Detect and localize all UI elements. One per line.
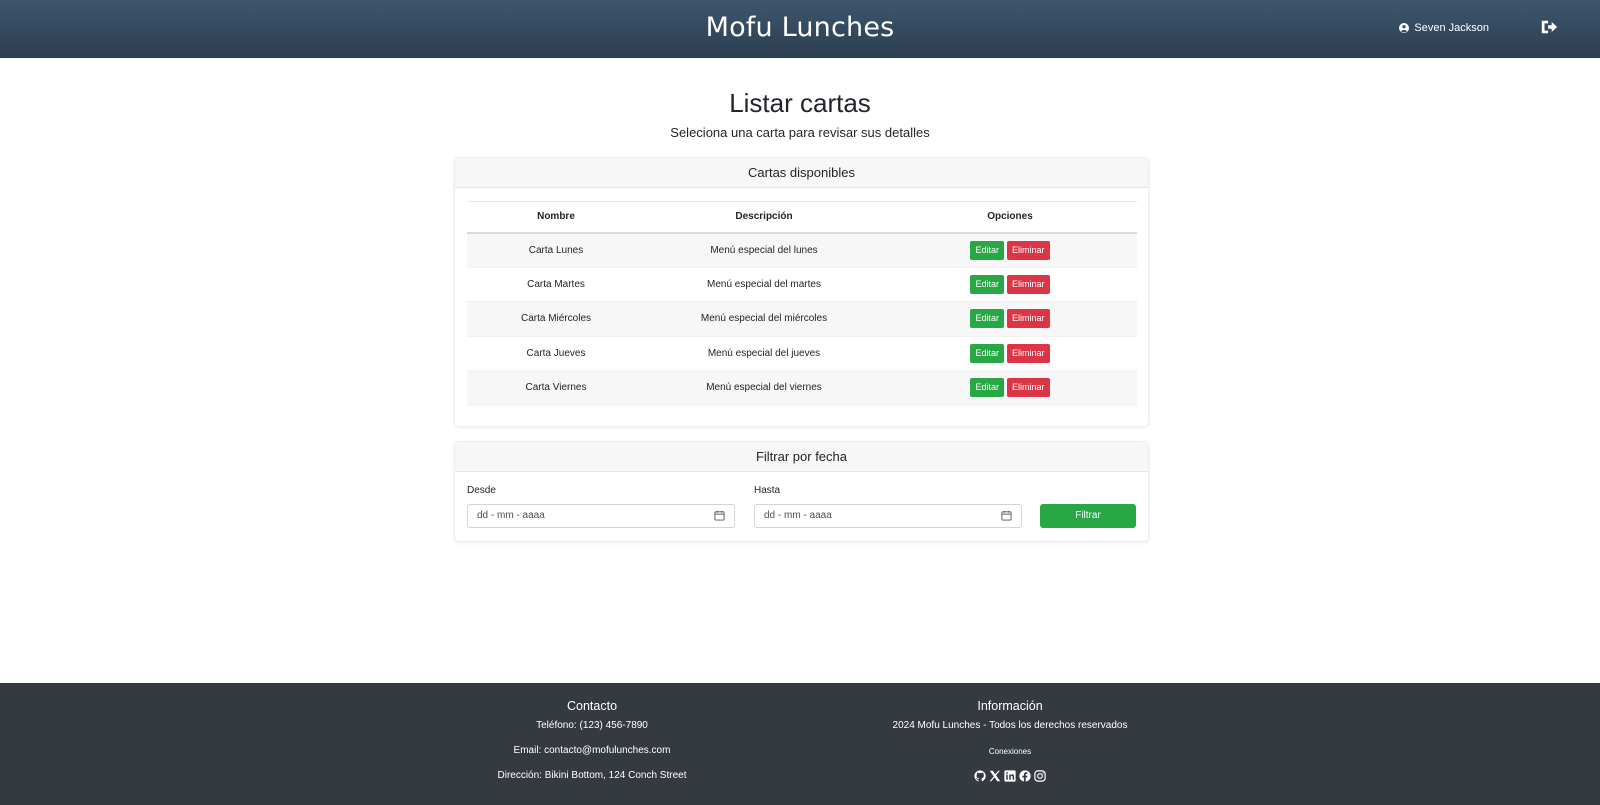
footer-contact-title: Contacto	[566, 699, 618, 713]
column-header-name: Nombre	[467, 201, 645, 234]
table-row: Carta Martes Menú especial del martes Ed…	[467, 267, 1137, 302]
row-options: Editar Eliminar	[883, 336, 1137, 371]
menu-description: Menú especial del jueves	[645, 336, 883, 371]
table-row: Carta Miércoles Menú especial del miérco…	[467, 301, 1137, 337]
page-title: Listar cartas	[729, 88, 871, 118]
to-date-input[interactable]: dd - mm - aaaa	[754, 504, 1022, 528]
edit-button[interactable]: Editar	[970, 343, 1004, 363]
menu-name: Carta Miércoles	[467, 301, 645, 337]
menu-name: Carta Martes	[467, 267, 645, 302]
menu-description: Menú especial del viernes	[645, 370, 883, 406]
card-header: Filtrar por fecha	[455, 442, 1148, 472]
top-navbar: Mofu Lunches Seven Jackson	[0, 0, 1600, 58]
linkedin-icon[interactable]	[1004, 769, 1016, 782]
x-twitter-icon[interactable]	[989, 769, 1001, 782]
instagram-icon[interactable]	[1034, 769, 1046, 782]
sign-out-icon	[1541, 20, 1558, 34]
row-options: Editar Eliminar	[883, 301, 1137, 337]
footer: Contacto Teléfono: (123) 456-7890 Email:…	[0, 683, 1600, 805]
github-icon[interactable]	[974, 769, 986, 782]
filter-button[interactable]: Filtrar	[1040, 504, 1136, 528]
row-options: Editar Eliminar	[883, 232, 1137, 268]
calendar-icon[interactable]	[714, 510, 725, 521]
menu-description: Menú especial del lunes	[645, 232, 883, 268]
user-name: Seven Jackson	[1414, 22, 1489, 34]
edit-button[interactable]: Editar	[970, 378, 1004, 398]
social-links	[860, 769, 1160, 782]
edit-button[interactable]: Editar	[970, 309, 1004, 329]
card-header: Cartas disponibles	[455, 158, 1148, 188]
table-row: Carta Lunes Menú especial del lunes Edit…	[467, 232, 1137, 268]
delete-button[interactable]: Eliminar	[1007, 378, 1050, 398]
calendar-icon[interactable]	[1001, 510, 1012, 521]
footer-email: Email: contacto@mofulunches.com	[513, 745, 671, 756]
footer-phone: Teléfono: (123) 456-7890	[536, 720, 648, 731]
to-date-placeholder: dd - mm - aaaa	[764, 510, 832, 521]
delete-button[interactable]: Eliminar	[1007, 343, 1050, 363]
edit-button[interactable]: Editar	[970, 274, 1004, 294]
menu-name: Carta Jueves	[467, 336, 645, 371]
page-subtitle: Seleciona una carta para revisar sus det…	[670, 125, 930, 140]
menu-name: Carta Lunes	[467, 232, 645, 268]
logout-button[interactable]	[1540, 18, 1560, 38]
delete-button[interactable]: Eliminar	[1007, 309, 1050, 329]
footer-copyright: 2024 Mofu Lunches - Todos los derechos r…	[892, 720, 1128, 731]
table-row: Carta Jueves Menú especial del jueves Ed…	[467, 336, 1137, 371]
menu-name: Carta Viernes	[467, 370, 645, 406]
user-menu[interactable]: Seven Jackson	[1399, 19, 1489, 37]
delete-button[interactable]: Eliminar	[1007, 240, 1050, 260]
table-row: Carta Viernes Menú especial del viernes …	[467, 370, 1137, 406]
row-options: Editar Eliminar	[883, 370, 1137, 406]
user-circle-icon	[1399, 23, 1410, 33]
delete-button[interactable]: Eliminar	[1007, 274, 1050, 294]
menus-table: Nombre Descripción Opciones Carta Lunes …	[467, 201, 1137, 406]
edit-button[interactable]: Editar	[970, 240, 1004, 260]
from-label: Desde	[467, 485, 496, 496]
footer-info-title: Información	[977, 699, 1043, 713]
facebook-icon[interactable]	[1019, 769, 1031, 782]
row-options: Editar Eliminar	[883, 267, 1137, 302]
column-header-description: Descripción	[645, 201, 883, 234]
from-date-placeholder: dd - mm - aaaa	[477, 510, 545, 521]
from-date-input[interactable]: dd - mm - aaaa	[467, 504, 735, 528]
date-filter-card: Filtrar por fecha Desde dd - mm - aaaa H…	[454, 441, 1149, 542]
available-menus-card: Cartas disponibles Nombre Descripción Op…	[454, 157, 1149, 427]
menu-description: Menú especial del miércoles	[645, 301, 883, 337]
footer-connections: Conexiones	[988, 747, 1032, 756]
footer-address: Dirección: Bikini Bottom, 124 Conch Stre…	[497, 770, 687, 781]
column-header-options: Opciones	[883, 201, 1137, 234]
menu-description: Menú especial del martes	[645, 267, 883, 302]
brand-title[interactable]: Mofu Lunches	[0, 10, 1600, 46]
to-label: Hasta	[754, 485, 781, 496]
